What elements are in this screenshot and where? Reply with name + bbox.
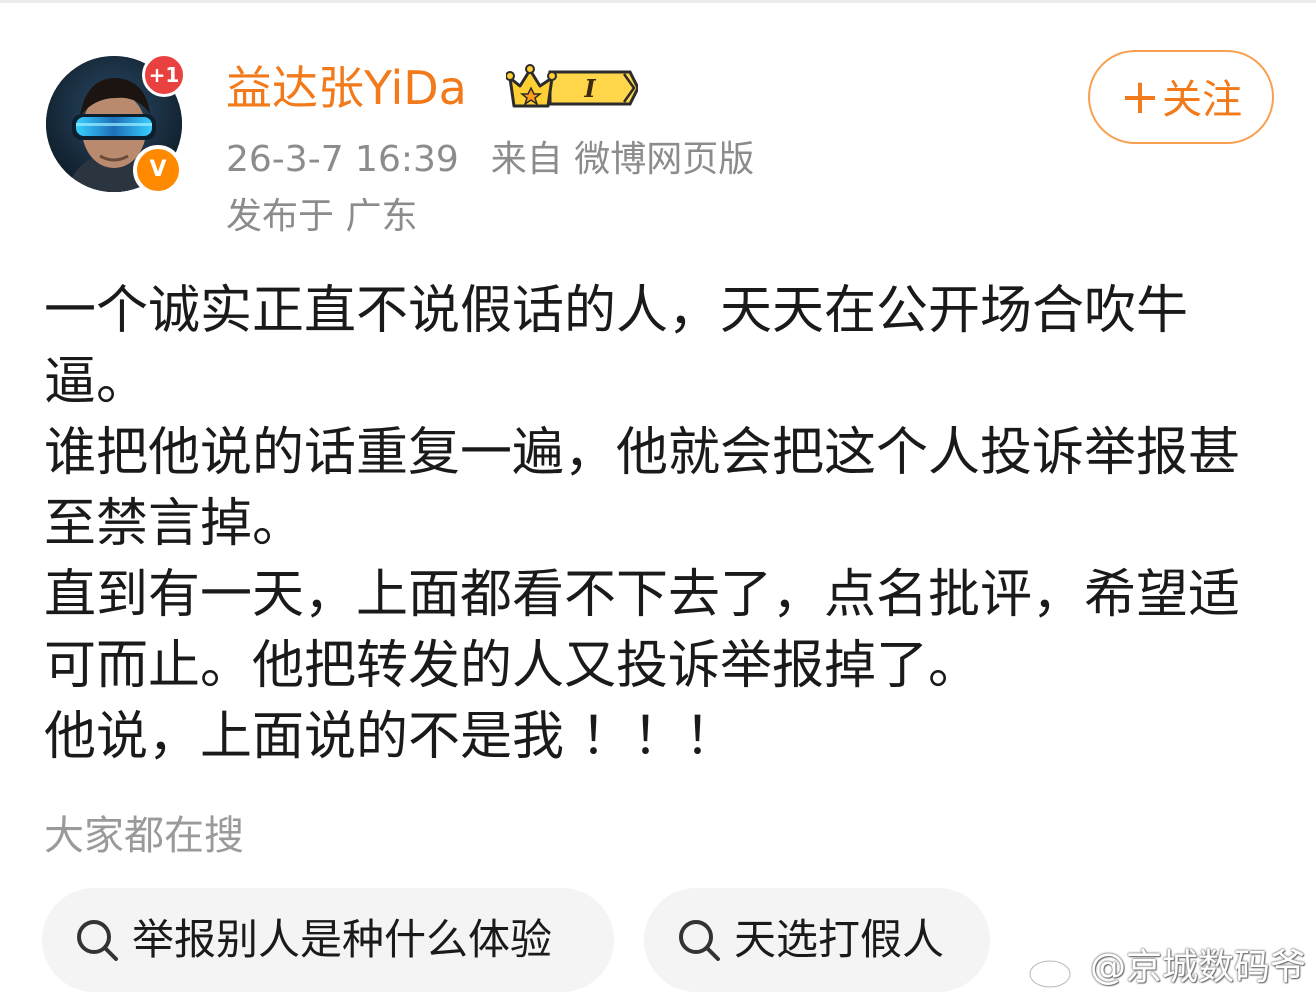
verified-badge: V bbox=[133, 145, 183, 195]
top-divider bbox=[0, 0, 1316, 3]
search-icon bbox=[77, 920, 118, 961]
follow-button[interactable]: +关注 bbox=[1088, 50, 1274, 144]
hot-search-label: 举报别人是种什么体验 bbox=[132, 915, 553, 964]
post-location: 发布于 广东 bbox=[226, 196, 418, 237]
post-text-line: 可而止。他把转发的人又投诉举报掉了。 bbox=[44, 636, 981, 696]
weibo-logo-icon bbox=[1028, 952, 1082, 989]
hot-search-item[interactable]: 天选打假人 bbox=[644, 888, 990, 992]
follow-label: 关注 bbox=[1162, 77, 1243, 123]
post-text-line: 逼。 bbox=[44, 352, 149, 412]
post-text-line: 谁把他说的话重复一遍，他就会把这个人投诉举报甚 bbox=[44, 423, 1241, 483]
plus-icon: + bbox=[1119, 69, 1161, 125]
vip-crown-level-icon[interactable]: I bbox=[506, 64, 638, 112]
search-icon bbox=[679, 920, 720, 961]
hot-search-label: 天选打假人 bbox=[734, 915, 945, 964]
post-text-line: 一个诚实正直不说假话的人，天天在公开场合吹牛 bbox=[44, 281, 1189, 341]
post-body: 一个诚实正直不说假话的人，天天在公开场合吹牛 逼。 谁把他说的话重复一遍，他就会… bbox=[44, 276, 1274, 773]
post-text-line: 直到有一天，上面都看不下去了，点名批评，希望适 bbox=[44, 565, 1241, 625]
watermark-text: @京城数码爷 bbox=[1090, 947, 1307, 988]
post-time: 26-3-7 16:39 bbox=[226, 139, 459, 180]
post-text-line: 至禁言掉。 bbox=[44, 494, 305, 554]
hot-search-title: 大家都在搜 bbox=[44, 813, 244, 859]
author-name[interactable]: 益达张YiDa bbox=[226, 58, 467, 118]
notification-count-badge: +1 bbox=[142, 53, 186, 97]
post-source[interactable]: 微博网页版 bbox=[574, 139, 754, 180]
post-text-line: 他说，上面说的不是我 ！！！ bbox=[44, 707, 737, 767]
level-mark: I bbox=[583, 74, 596, 103]
post-meta: 26-3-7 16:39 来自 微博网页版 bbox=[226, 136, 754, 184]
source-prefix: 来自 bbox=[490, 139, 563, 180]
watermark: @京城数码爷 bbox=[1026, 942, 1306, 994]
hot-search-item[interactable]: 举报别人是种什么体验 bbox=[42, 888, 614, 992]
